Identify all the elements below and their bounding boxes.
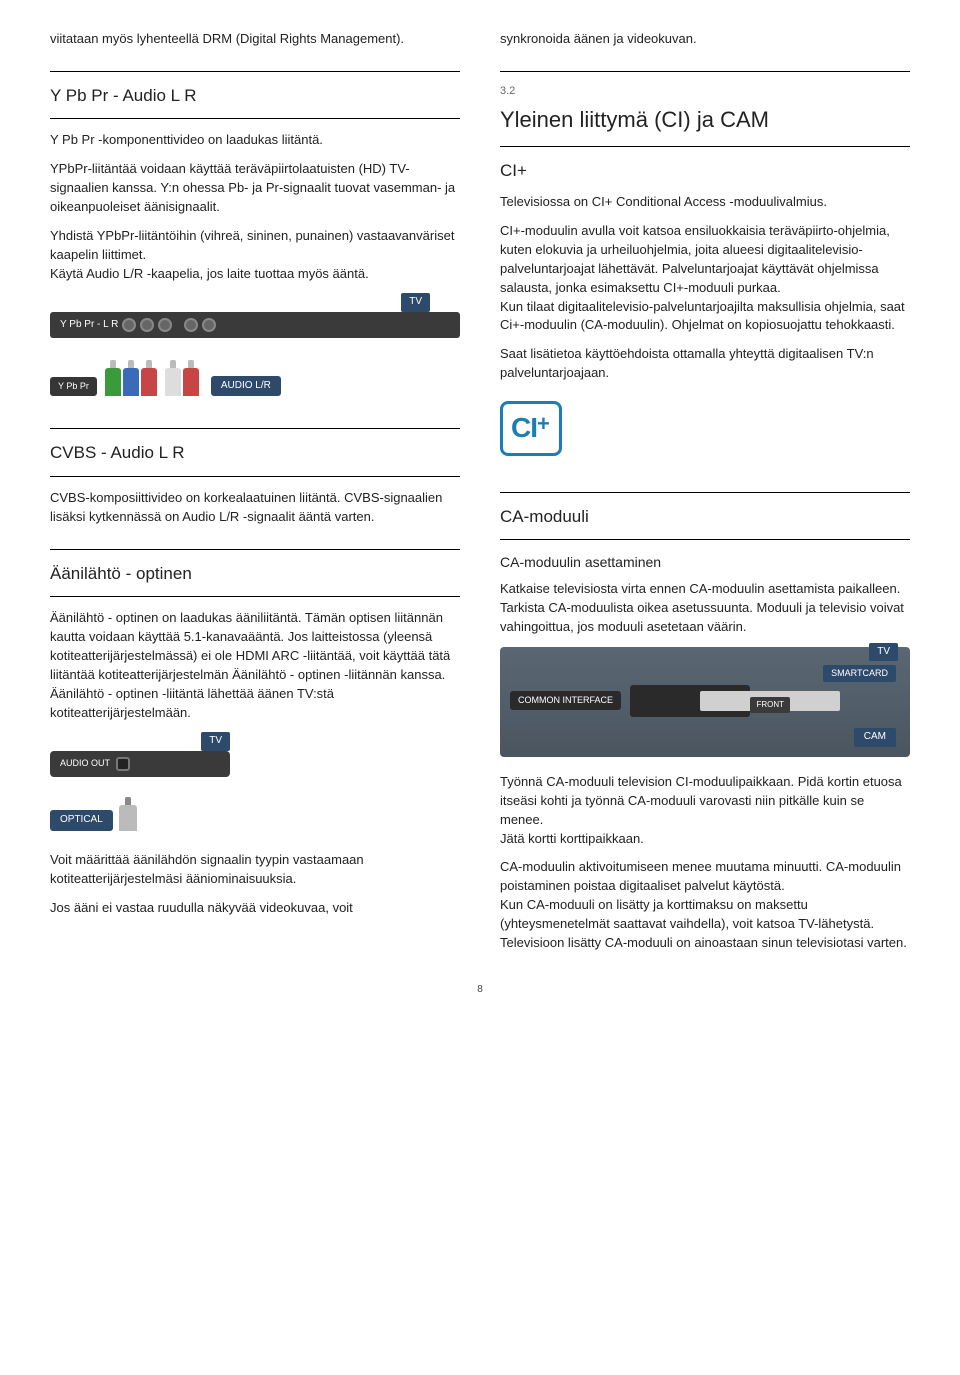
port-icon [202, 318, 216, 332]
optical-p2: Voit määrittää äänilähdön signaalin tyyp… [50, 851, 460, 889]
ca-p2: Työnnä CA-moduuli television CI-moduulip… [500, 773, 910, 848]
ypbpr-chip: Y Pb Pr [50, 377, 97, 396]
rca-green-icon [105, 368, 121, 396]
sync-p: synkronoida äänen ja videokuvan. [500, 30, 910, 49]
port-icon [184, 318, 198, 332]
rca-red-icon [141, 368, 157, 396]
divider [50, 428, 460, 429]
divider [50, 71, 460, 72]
ypbpr-back-panel: Y Pb Pr - L R [50, 312, 460, 339]
tv-badge: TV [869, 643, 898, 662]
cvbs-p: CVBS-komposiittivideo on korkealaatuinen… [50, 489, 460, 527]
page-number: 8 [50, 983, 910, 998]
section-number: 3.2 [500, 84, 910, 100]
ciplus-logo-icon: CI+ [500, 401, 562, 456]
ciplus-p2: CI+-moduulin avulla voit katsoa ensiluok… [500, 222, 910, 335]
ciplus-heading: CI+ [500, 159, 910, 184]
ciplus-logo-text: CI [511, 412, 537, 443]
rca-plugs [105, 368, 157, 396]
rca-audio-plugs [165, 368, 199, 396]
common-interface-label: COMMON INTERFACE [510, 691, 621, 710]
optical-port-icon [116, 757, 130, 771]
audio-lr-chip: AUDIO L/R [211, 376, 281, 397]
ypbpr-p2: YPbPr-liitäntää voidaan käyttää teräväpi… [50, 160, 460, 217]
divider [50, 476, 460, 477]
port-icon [158, 318, 172, 332]
ca-subheading: CA-moduulin asettaminen [500, 552, 910, 572]
divider [500, 539, 910, 540]
optical-p3: Jos ääni ei vastaa ruudulla näkyvää vide… [50, 899, 460, 918]
ypbpr-p3: Yhdistä YPbPr-liitäntöihin (vihreä, sini… [50, 227, 460, 284]
ypbpr-p1: Y Pb Pr -komponenttivideo on laadukas li… [50, 131, 460, 150]
optical-plug-icon [119, 805, 137, 831]
ciplus-p1: Televisiossa on CI+ Conditional Access -… [500, 193, 910, 212]
panel-label: Y Pb Pr - L R [60, 318, 118, 333]
smartcard-label: SMARTCARD [823, 665, 896, 682]
port-icon [122, 318, 136, 332]
optical-chip: OPTICAL [50, 810, 113, 831]
cam-diagram: TV COMMON INTERFACE SMARTCARD FRONT CAM [500, 647, 910, 757]
drm-intro: viitataan myös lyhenteellä DRM (Digital … [50, 30, 460, 49]
ciplus-logo-plus: + [537, 411, 549, 436]
optical-p: Äänilähtö - optinen on laadukas ääniliit… [50, 609, 460, 722]
divider [500, 71, 910, 72]
divider [500, 492, 910, 493]
panel-label: AUDIO OUT [60, 757, 110, 770]
optical-panel: AUDIO OUT [50, 751, 230, 777]
ca-p3: CA-moduulin aktivoitumiseen menee muutam… [500, 858, 910, 952]
ypbpr-diagram: TV Y Pb Pr - L R Y Pb Pr [50, 293, 460, 396]
port-icon [140, 318, 154, 332]
ciplus-p3: Saat lisätietoa käyttöehdoista ottamalla… [500, 345, 910, 383]
tv-badge: TV [401, 293, 430, 312]
ci-title: Yleinen liittymä (CI) ja CAM [500, 104, 910, 136]
divider [500, 146, 910, 147]
ypbpr-heading: Y Pb Pr - Audio L R [50, 84, 460, 109]
ca-heading: CA-moduuli [500, 505, 910, 530]
rca-red-icon [183, 368, 199, 396]
tv-badge: TV [201, 732, 230, 751]
front-label: FRONT [750, 697, 790, 713]
optical-diagram: TV AUDIO OUT OPTICAL [50, 732, 230, 831]
cvbs-heading: CVBS - Audio L R [50, 441, 460, 466]
divider [50, 549, 460, 550]
rca-white-icon [165, 368, 181, 396]
rca-blue-icon [123, 368, 139, 396]
ca-p1: Katkaise televisiosta virta ennen CA-mod… [500, 580, 910, 637]
cam-label: CAM [854, 728, 896, 747]
divider [50, 596, 460, 597]
optical-heading: Äänilähtö - optinen [50, 562, 460, 587]
divider [50, 118, 460, 119]
